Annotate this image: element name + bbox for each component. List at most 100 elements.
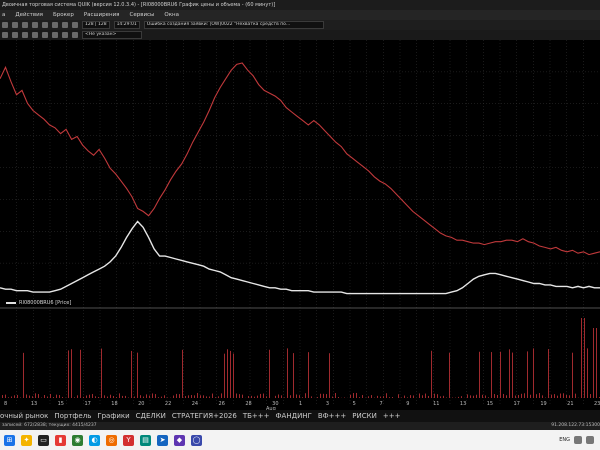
- x-tick-label: 28: [245, 401, 251, 407]
- app-purple-icon[interactable]: ◆: [174, 434, 185, 446]
- widgets-icon[interactable]: ✦: [21, 434, 32, 446]
- x-tick-label: 20: [138, 401, 144, 407]
- table-icon[interactable]: [52, 22, 58, 28]
- tab-market[interactable]: очный рынок: [0, 410, 48, 422]
- volume-bar: [527, 351, 528, 398]
- print-icon[interactable]: [32, 22, 38, 28]
- volume-bar: [23, 352, 24, 398]
- x-tick-label: 23: [594, 401, 600, 407]
- edge-icon[interactable]: ◐: [89, 434, 100, 446]
- volume-bar: [548, 349, 549, 398]
- window-title: Двоичная торговая система QUIK (версия 1…: [2, 2, 276, 8]
- chrome-icon[interactable]: ◎: [106, 434, 117, 446]
- menu-item-services[interactable]: Сервисы: [130, 10, 155, 20]
- telegram-icon[interactable]: ➤: [157, 434, 168, 446]
- tab-add[interactable]: +++: [383, 410, 401, 422]
- tab-funding[interactable]: ФАНДИНГ: [276, 410, 312, 422]
- system-tray: ENG: [559, 436, 600, 444]
- x-tick-label: 11: [433, 401, 439, 407]
- new-icon[interactable]: [2, 22, 8, 28]
- volume-bar: [308, 352, 309, 398]
- chart-icon[interactable]: [42, 22, 48, 28]
- quik-icon[interactable]: ◯: [191, 434, 202, 446]
- line-icon[interactable]: [32, 32, 38, 38]
- settings-icon[interactable]: [62, 22, 68, 28]
- palette-icon[interactable]: [52, 32, 58, 38]
- open-icon[interactable]: [12, 22, 18, 28]
- legend-label: RI08000BRU6 [Price]: [19, 300, 72, 306]
- x-tick-label: 17: [514, 401, 520, 407]
- volume-bar: [509, 349, 510, 398]
- x-axis-svg: 8 13 15 17 18 20 22 24 26 28 30 1 3 5 7 9 11 13 15 17 19 21 23…: [4, 401, 600, 412]
- layers-icon[interactable]: [62, 32, 68, 38]
- volume-bar: [587, 348, 588, 398]
- volume-bar: [512, 352, 513, 398]
- tab-risks[interactable]: РИСКИ: [352, 410, 377, 422]
- x-tick-label: 7: [379, 401, 382, 407]
- cursor-icon[interactable]: [2, 32, 8, 38]
- save-icon[interactable]: [22, 22, 28, 28]
- tab-vf[interactable]: ВФ+++: [318, 410, 346, 422]
- zoom-icon[interactable]: [12, 32, 18, 38]
- volume-bar: [137, 352, 138, 398]
- tab-portfolio[interactable]: Портфель: [54, 410, 91, 422]
- volume-bar: [80, 349, 81, 398]
- field-counter: 128 | 128: [82, 21, 110, 29]
- x-tick-label: 26: [219, 401, 225, 407]
- start-icon[interactable]: ⊞: [4, 434, 15, 446]
- x-tick-label: 1: [299, 401, 302, 407]
- x-tick-label: 24: [192, 401, 198, 407]
- volume-bar: [224, 353, 225, 398]
- taskview-icon[interactable]: ▭: [38, 434, 49, 446]
- status-records: записей: 672/2838; текущих: 4415/4237: [2, 423, 97, 428]
- volume-bar: [329, 353, 330, 398]
- menu-bar: а Действия Брокер Расширения Сервисы Окн…: [0, 10, 600, 20]
- lang-indicator[interactable]: ENG: [559, 437, 570, 443]
- connect-icon[interactable]: [72, 22, 78, 28]
- x-axis: 8 13 15 17 18 20 22 24 26 28 30 1 3 5 7 9 11 13 15 17 19 21 23…: [0, 398, 600, 412]
- app-red-icon[interactable]: ▮: [55, 434, 66, 446]
- menu-item-windows[interactable]: Окна: [164, 10, 179, 20]
- volume-bar: [287, 348, 288, 398]
- volume-bar: [593, 328, 594, 398]
- chart-toolbar: <Не указан>: [0, 30, 600, 40]
- x-tick-label: 5: [353, 401, 356, 407]
- whatsapp-icon[interactable]: ◉: [72, 434, 83, 446]
- message-field[interactable]: Ошибка создания заявки: [OW]0022 "Нехват…: [143, 21, 324, 29]
- chart-svg: [0, 40, 600, 406]
- x-tick-label: 3: [326, 401, 329, 407]
- x-tick-label: 17: [84, 401, 90, 407]
- files-icon[interactable]: ▤: [140, 434, 151, 446]
- x-tick-label: 21: [567, 401, 573, 407]
- network-icon[interactable]: [574, 436, 582, 444]
- volume-bar: [581, 318, 582, 398]
- volume-bar: [500, 351, 501, 398]
- menu-item-actions[interactable]: Действия: [15, 10, 43, 20]
- tab-deals[interactable]: СДЕЛКИ: [136, 410, 166, 422]
- volume-bar: [68, 350, 69, 398]
- price-chart[interactable]: RI08000BRU6 [Price]: [0, 40, 600, 406]
- volume-bar: [431, 350, 432, 398]
- tab-tb[interactable]: ТБ+++: [243, 410, 270, 422]
- volume-icon[interactable]: [586, 436, 594, 444]
- legend-swatch: [6, 302, 16, 304]
- volume-bar: [101, 348, 102, 398]
- menu-item[interactable]: а: [2, 10, 5, 20]
- menu-item-extensions[interactable]: Расширения: [84, 10, 120, 20]
- volume-bar: [479, 351, 480, 398]
- volume-bar: [596, 328, 597, 398]
- draw-icon[interactable]: [22, 32, 28, 38]
- volume-bar: [584, 318, 585, 398]
- tab-strategy[interactable]: СТРАТЕГИЯ+2026: [172, 410, 237, 422]
- yandex-icon[interactable]: Y: [123, 434, 134, 446]
- tab-charts[interactable]: Графики: [97, 410, 129, 422]
- refresh-icon[interactable]: [72, 32, 78, 38]
- volume-bar: [233, 353, 234, 398]
- text-icon[interactable]: [42, 32, 48, 38]
- x-tick-label: 15: [487, 401, 493, 407]
- menu-item-broker[interactable]: Брокер: [53, 10, 74, 20]
- account-dropdown[interactable]: <Не указан>: [82, 31, 142, 39]
- status-bar: записей: 672/2838; текущих: 4415/4237 91…: [0, 422, 600, 430]
- volume-bar: [572, 352, 573, 398]
- x-tick-label: 15: [58, 401, 64, 407]
